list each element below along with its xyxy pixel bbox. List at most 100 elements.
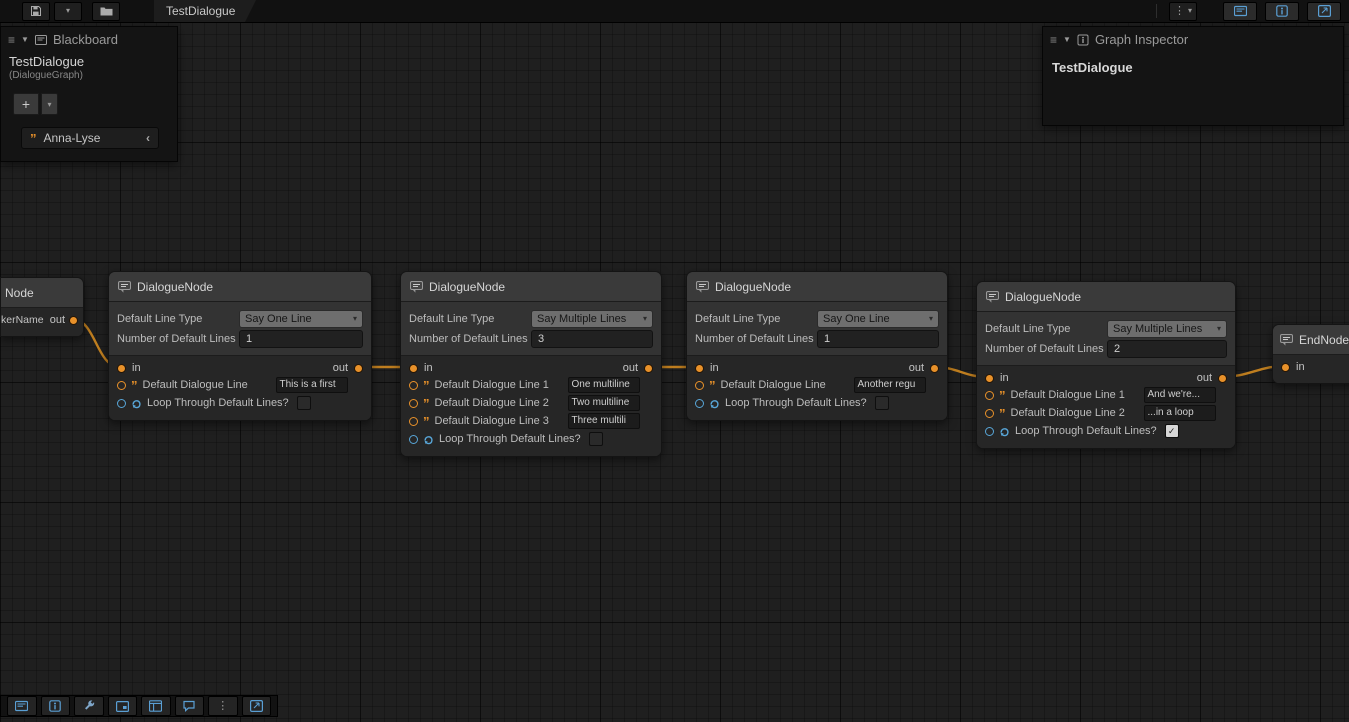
collapse-arrow-icon[interactable]: ▼ (1063, 36, 1071, 44)
dialogue-line-input[interactable]: This is a first (276, 377, 348, 393)
num-lines-field[interactable]: 2 (1107, 340, 1227, 358)
speaker-port-label: kerName (1, 314, 44, 326)
loop-port[interactable] (117, 399, 126, 408)
out-port[interactable] (354, 364, 363, 373)
open-asset-button[interactable] (92, 2, 120, 21)
frame-all-button[interactable] (242, 696, 272, 716)
in-port[interactable] (409, 364, 418, 373)
top-toolbar: ▾ TestDialogue ⋮ ▾ (0, 0, 1349, 23)
blackboard-toggle-button[interactable] (7, 696, 37, 716)
collapse-arrow-icon[interactable]: ▼ (21, 36, 29, 44)
blackboard-property-row[interactable]: ” Anna-Lyse ‹ (21, 127, 159, 149)
in-port[interactable] (695, 364, 704, 373)
node-title-bar[interactable]: EndNode (1273, 325, 1349, 355)
hamburger-icon[interactable]: ≡ (1050, 34, 1057, 46)
quote-icon: ” (131, 379, 138, 392)
num-lines-label: Number of Default Lines (695, 333, 817, 345)
dialogue-line-input[interactable]: And we're... (1144, 387, 1216, 403)
dialogue-line-port[interactable] (985, 391, 994, 400)
line-type-dropdown[interactable]: Say Multiple Lines ▾ (1107, 320, 1227, 338)
in-port-label: in (132, 362, 141, 374)
out-port[interactable] (644, 364, 653, 373)
blackboard-toggle-button[interactable] (1223, 2, 1257, 21)
dialogue-line-port[interactable] (695, 381, 704, 390)
dialogue-node[interactable]: DialogueNode Default Line Type Say One L… (108, 271, 372, 421)
dialogue-line-port[interactable] (409, 417, 418, 426)
end-node-icon (1280, 334, 1293, 346)
out-port-label: out (50, 314, 65, 326)
out-port-label: out (1197, 372, 1212, 384)
minimap-toggle-button[interactable] (108, 696, 138, 716)
start-node[interactable]: Node kerName out (0, 277, 84, 337)
end-node[interactable]: EndNode in (1272, 324, 1349, 384)
dialogue-line-input[interactable]: ...in a loop (1144, 405, 1216, 421)
in-port[interactable] (985, 374, 994, 383)
node-title-bar[interactable]: DialogueNode (109, 272, 371, 302)
inspector-toggle-button[interactable] (41, 696, 71, 716)
graph-name[interactable]: TestDialogue (1, 52, 177, 69)
chevron-left-icon[interactable]: ‹ (146, 131, 150, 145)
in-port[interactable] (117, 364, 126, 373)
inspector-toggle-button[interactable] (1265, 2, 1299, 21)
num-lines-label: Number of Default Lines (409, 333, 531, 345)
frame-icon (250, 700, 263, 712)
hamburger-icon[interactable]: ≡ (8, 34, 15, 46)
minimap-icon (116, 701, 129, 712)
node-title-bar[interactable]: DialogueNode (401, 272, 661, 302)
dialogue-preview-button[interactable] (175, 696, 205, 716)
out-port[interactable] (1218, 374, 1227, 383)
save-button[interactable] (22, 2, 50, 21)
dialogue-node[interactable]: DialogueNode Default Line Type Say Multi… (976, 281, 1236, 449)
out-port[interactable] (69, 316, 78, 325)
dialogue-node[interactable]: DialogueNode Default Line Type Say One L… (686, 271, 948, 421)
node-title-bar[interactable]: DialogueNode (977, 282, 1235, 312)
in-port[interactable] (1281, 363, 1290, 372)
num-lines-field[interactable]: 1 (817, 330, 939, 348)
dialogue-node-icon (410, 281, 423, 293)
breadcrumb-tab[interactable]: TestDialogue (154, 0, 245, 22)
minimap-toggle-button[interactable] (1307, 2, 1341, 21)
bottom-toolbar: ⋮ (0, 695, 278, 717)
node-title-bar[interactable]: Node (1, 278, 83, 308)
quote-icon: ” (423, 379, 430, 392)
loop-checkbox[interactable] (297, 396, 311, 410)
loop-port[interactable] (695, 399, 704, 408)
out-port[interactable] (930, 364, 939, 373)
loop-checkbox[interactable] (875, 396, 889, 410)
add-property-dropdown[interactable]: ▾ (41, 93, 58, 115)
dialogue-line-input[interactable]: One multiline (568, 377, 640, 393)
node-title-bar[interactable]: DialogueNode (687, 272, 947, 302)
line-type-dropdown[interactable]: Say One Line ▾ (239, 310, 363, 328)
save-dropdown-button[interactable]: ▾ (54, 2, 82, 21)
dialogue-line-port[interactable] (117, 381, 126, 390)
dialogue-line-input[interactable]: Two multiline (568, 395, 640, 411)
overflow-menu-button[interactable]: ⋮ (208, 696, 238, 716)
graph-canvas[interactable]: Node kerName out DialogueNode Default Li… (0, 0, 1349, 722)
loop-checkbox[interactable] (1165, 424, 1179, 438)
line-type-dropdown[interactable]: Say One Line ▾ (817, 310, 939, 328)
overflow-menu-button[interactable]: ⋮ ▾ (1169, 2, 1197, 21)
dialogue-line-label: Default Dialogue Line (143, 379, 271, 391)
loop-port[interactable] (409, 435, 418, 444)
quote-icon: ” (999, 407, 1006, 420)
property-name[interactable]: Anna-Lyse (44, 131, 140, 145)
dialogue-line-port[interactable] (409, 381, 418, 390)
add-property-button[interactable]: + (13, 93, 39, 115)
loop-checkbox[interactable] (589, 432, 603, 446)
num-lines-field[interactable]: 3 (531, 330, 653, 348)
in-port-label: in (424, 362, 433, 374)
dialogue-node[interactable]: DialogueNode Default Line Type Say Multi… (400, 271, 662, 457)
settings-button[interactable] (74, 696, 104, 716)
dialogue-line-input[interactable]: Three multili (568, 413, 640, 429)
loop-port[interactable] (985, 427, 994, 436)
breadcrumb-label: TestDialogue (166, 4, 235, 18)
out-port-label: out (333, 362, 348, 374)
num-lines-field[interactable]: 1 (239, 330, 363, 348)
frame-icon (1318, 5, 1331, 17)
dialogue-line-port[interactable] (985, 409, 994, 418)
dialogue-line-port[interactable] (409, 399, 418, 408)
line-type-dropdown[interactable]: Say Multiple Lines ▾ (531, 310, 653, 328)
dialogue-line-input[interactable]: Another regu (854, 377, 926, 393)
quote-icon: ” (709, 379, 716, 392)
board-toggle-button[interactable] (141, 696, 171, 716)
